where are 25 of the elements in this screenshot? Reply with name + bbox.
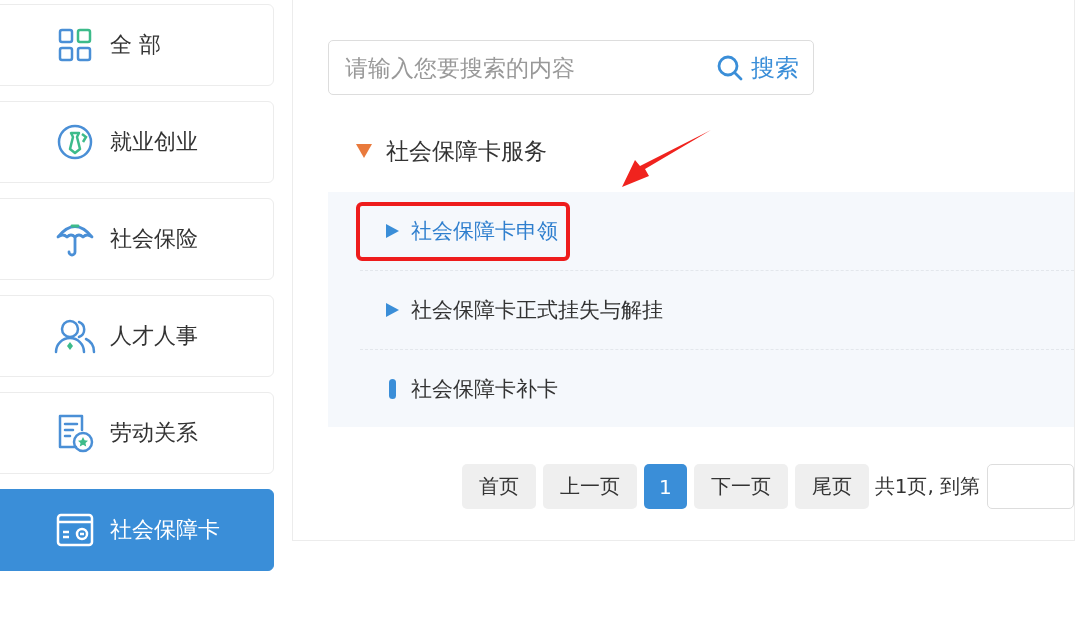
tree-group-label[interactable]: 社会保障卡服务 — [386, 135, 547, 167]
document-star-icon — [56, 413, 94, 453]
page-nav-button[interactable]: 上一页 — [543, 464, 637, 509]
page-nav-button[interactable]: 下一页 — [693, 464, 788, 509]
page-count-text: 共1页, 到第 — [874, 473, 981, 500]
sidebar-item[interactable]: 劳动关系 — [0, 392, 274, 474]
page-input-field[interactable] — [987, 464, 1074, 509]
sidebar-item[interactable]: 人才人事 — [0, 295, 274, 377]
search-icon — [717, 54, 743, 81]
sidebar-item[interactable]: 社会保险 — [0, 198, 274, 280]
people-icon — [54, 318, 96, 354]
caret-down-icon[interactable] — [356, 144, 372, 158]
sidebar-item[interactable]: 就业创业 — [0, 101, 274, 183]
tree-item[interactable]: 社会保障卡申领 — [356, 201, 570, 261]
page-nav-button[interactable]: 尾页 — [794, 464, 869, 509]
tie-icon — [56, 123, 94, 161]
caret-right-icon — [386, 303, 399, 317]
bar-icon — [389, 379, 396, 399]
sidebar-item[interactable]: 全 部 — [0, 4, 274, 86]
grid-icon — [57, 27, 93, 63]
tree-item[interactable]: 社会保障卡正式挂失与解挂 — [356, 280, 675, 340]
page-nav-button[interactable]: 首页 — [462, 464, 536, 509]
card-icon — [56, 513, 94, 547]
caret-right-icon — [386, 224, 399, 238]
tree-item[interactable]: 社会保障卡补卡 — [356, 359, 570, 419]
